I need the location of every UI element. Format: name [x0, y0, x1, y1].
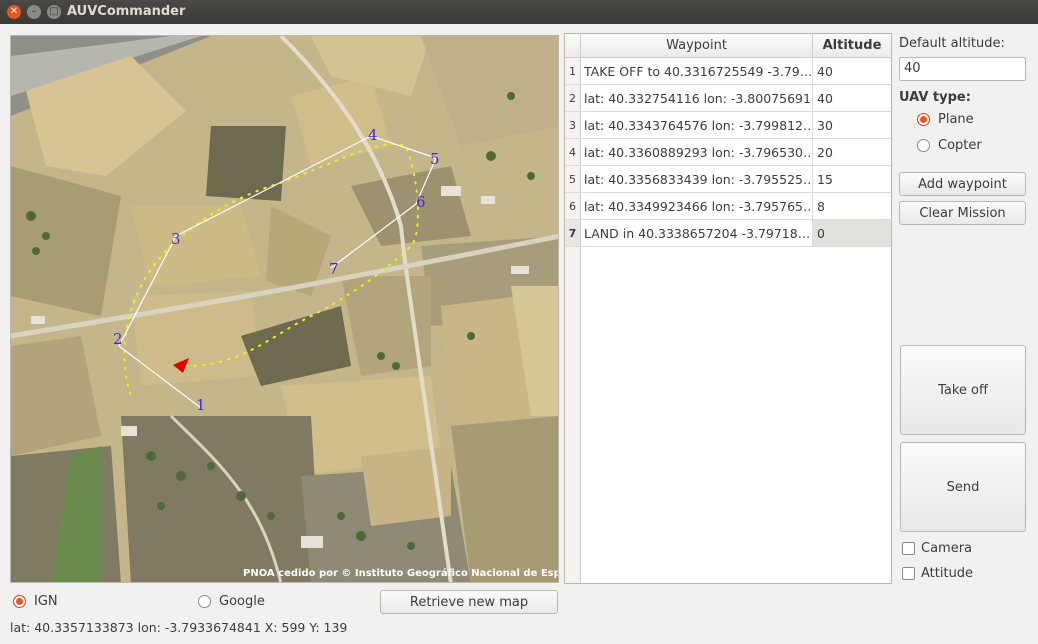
send-button[interactable]: Send	[900, 442, 1026, 532]
waypoint-cell[interactable]: LAND in 40.3338657204 -3.79718…	[581, 220, 813, 246]
table-row[interactable]: 4 lat: 40.3360889293 lon: -3.796530… 20	[565, 139, 891, 166]
altitude-cell[interactable]: 40	[813, 58, 891, 84]
row-number: 6	[565, 193, 581, 219]
plane-label[interactable]: Plane	[938, 112, 974, 127]
row-number: 5	[565, 166, 581, 192]
row-number: 2	[565, 85, 581, 111]
waypoint-cell[interactable]: TAKE OFF to 40.3316725549 -3.79…	[581, 58, 813, 84]
take-off-button[interactable]: Take off	[900, 345, 1026, 435]
table-row[interactable]: 3 lat: 40.3343764576 lon: -3.799812… 30	[565, 112, 891, 139]
table-row[interactable]: 5 lat: 40.3356833439 lon: -3.795525… 15	[565, 166, 891, 193]
camera-label[interactable]: Camera	[921, 541, 972, 556]
waypoint-table[interactable]: Waypoint Altitude 1 TAKE OFF to 40.33167…	[564, 33, 892, 584]
plane-radio[interactable]	[917, 113, 930, 126]
waypoint-label-4: 4	[368, 126, 378, 144]
column-header-waypoint[interactable]: Waypoint	[581, 34, 813, 58]
table-row[interactable]: 1 TAKE OFF to 40.3316725549 -3.79… 40	[565, 58, 891, 85]
maximize-icon[interactable]: □	[47, 5, 61, 19]
map-attribution: PNOA cedido por © Instituto Geográfico N…	[243, 567, 559, 579]
add-waypoint-button[interactable]: Add waypoint	[899, 172, 1026, 196]
waypoint-label-3: 3	[171, 230, 181, 248]
window-title: AUVCommander	[67, 4, 186, 19]
google-radio[interactable]	[198, 595, 211, 608]
minimize-icon[interactable]: –	[27, 5, 41, 19]
altitude-cell[interactable]: 0	[813, 220, 891, 246]
waypoint-cell[interactable]: lat: 40.3356833439 lon: -3.795525…	[581, 166, 813, 192]
waypoint-label-5: 5	[430, 150, 440, 168]
altitude-cell[interactable]: 40	[813, 85, 891, 111]
waypoint-cell[interactable]: lat: 40.3343764576 lon: -3.799812…	[581, 112, 813, 138]
table-row[interactable]: 6 lat: 40.3349923466 lon: -3.795765… 8	[565, 193, 891, 220]
ign-label[interactable]: IGN	[34, 594, 58, 609]
waypoint-cell[interactable]: lat: 40.3360889293 lon: -3.796530…	[581, 139, 813, 165]
altitude-cell[interactable]: 15	[813, 166, 891, 192]
table-row[interactable]: 7 LAND in 40.3338657204 -3.79718… 0	[565, 220, 891, 247]
column-header-altitude[interactable]: Altitude	[813, 34, 891, 58]
ign-radio[interactable]	[13, 595, 26, 608]
waypoint-cell[interactable]: lat: 40.332754116 lon: -3.80075691	[581, 85, 813, 111]
status-readout: lat: 40.3357133873 lon: -3.7933674841 X:…	[10, 620, 348, 635]
default-altitude-input[interactable]: 40	[899, 57, 1026, 81]
default-altitude-label: Default altitude:	[899, 36, 1005, 51]
uav-type-label: UAV type:	[899, 90, 971, 105]
table-row[interactable]: 2 lat: 40.332754116 lon: -3.80075691 40	[565, 85, 891, 112]
attitude-checkbox[interactable]	[902, 567, 915, 580]
retrieve-map-button[interactable]: Retrieve new map	[380, 590, 558, 614]
close-icon[interactable]: ✕	[7, 5, 21, 19]
waypoint-label-1: 1	[196, 396, 206, 414]
row-number: 7	[565, 220, 581, 246]
row-number: 1	[565, 58, 581, 84]
altitude-cell[interactable]: 20	[813, 139, 891, 165]
attitude-label[interactable]: Attitude	[921, 566, 973, 581]
altitude-cell[interactable]: 30	[813, 112, 891, 138]
map-view[interactable]: 1 2 3 4 5 6 7 PNOA cedido por © Institut…	[10, 35, 559, 583]
title-bar: ✕ – □ AUVCommander	[0, 0, 1038, 24]
copter-radio[interactable]	[917, 139, 930, 152]
row-number: 4	[565, 139, 581, 165]
waypoint-cell[interactable]: lat: 40.3349923466 lon: -3.795765…	[581, 193, 813, 219]
row-number: 3	[565, 112, 581, 138]
copter-label[interactable]: Copter	[938, 138, 982, 153]
clear-mission-button[interactable]: Clear Mission	[899, 201, 1026, 225]
waypoint-label-6: 6	[416, 193, 426, 211]
waypoint-label-2: 2	[113, 330, 123, 348]
google-label[interactable]: Google	[219, 594, 265, 609]
waypoint-label-7: 7	[329, 260, 339, 278]
table-corner	[565, 34, 581, 58]
altitude-cell[interactable]: 8	[813, 193, 891, 219]
camera-checkbox[interactable]	[902, 542, 915, 555]
